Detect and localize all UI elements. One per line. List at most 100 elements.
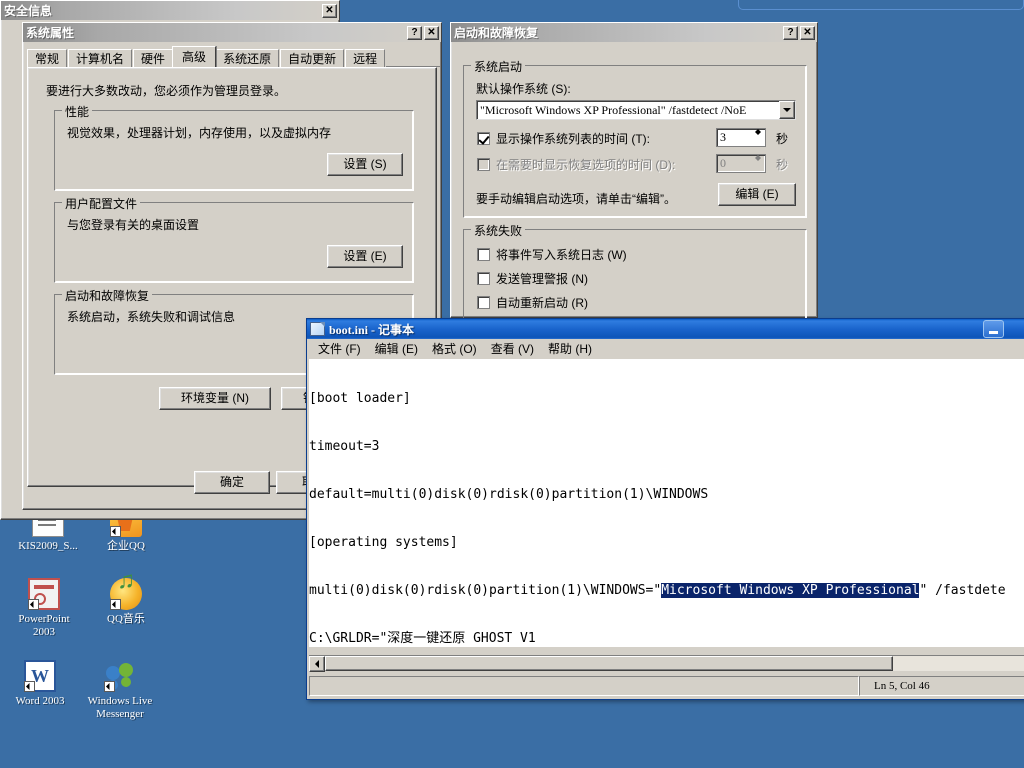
shortcut-arrow-icon <box>28 599 39 610</box>
scrollbar-thumb[interactable] <box>325 656 893 671</box>
user-profiles-group-title: 用户配置文件 <box>62 195 141 212</box>
recovery-timeout-stepper: 0 <box>716 154 766 173</box>
line-text: [boot loader] <box>309 391 411 406</box>
tab-system-restore[interactable]: 系统还原 <box>215 49 280 67</box>
menu-edit[interactable]: 编辑 (E) <box>368 339 425 358</box>
tabstrip-filler <box>386 48 441 67</box>
text-line: timeout=3 <box>309 439 1024 455</box>
notepad-title: boot.ini - 记事本 <box>329 322 415 337</box>
stepper-down-icon <box>750 158 765 161</box>
write-event-log-checkbox[interactable] <box>477 248 490 261</box>
environment-variables-button[interactable]: 环境变量 (N) <box>159 387 271 410</box>
menu-format[interactable]: 格式 (O) <box>425 339 484 358</box>
text-line: [operating systems] <box>309 535 1024 551</box>
horizontal-scrollbar[interactable] <box>309 655 1024 672</box>
recovery-timeout-unit: 秒 <box>776 158 789 172</box>
desktop-icon-label: 企业QQ <box>107 540 145 552</box>
desktop-icon-label: PowerPoint 2003 <box>18 613 70 638</box>
user-profiles-settings-button[interactable]: 设置 (E) <box>327 245 403 268</box>
tab-automatic-updates[interactable]: 自动更新 <box>280 49 345 67</box>
shortcut-arrow-icon <box>110 526 121 537</box>
write-event-log-checkbox-row[interactable]: 将事件写入系统日志 (W) <box>477 246 627 263</box>
auto-restart-checkbox[interactable] <box>477 296 490 309</box>
shortcut-arrow-icon <box>24 681 35 692</box>
system-properties-titlebar[interactable]: 系统属性 ? ✕ <box>23 23 441 42</box>
minimize-button[interactable] <box>983 320 1004 338</box>
auto-restart-label: 自动重新启动 (R) <box>496 296 588 310</box>
help-icon[interactable]: ? <box>407 25 422 40</box>
chevron-down-icon[interactable] <box>779 101 795 119</box>
stepper-buttons <box>750 155 765 172</box>
line-text: [operating systems] <box>309 535 458 550</box>
menu-help[interactable]: 帮助 (H) <box>541 339 599 358</box>
scroll-left-icon[interactable] <box>309 656 325 672</box>
performance-group: 性能 视觉效果，处理器计划，内存使用，以及虚拟内存 设置 (S) <box>54 103 414 191</box>
performance-settings-button[interactable]: 设置 (S) <box>327 153 403 176</box>
edit-boot-ini-button[interactable]: 编辑 (E) <box>718 183 796 206</box>
qq-music-icon <box>110 575 142 610</box>
default-os-label: 默认操作系统 (S): <box>476 82 571 96</box>
notepad-window[interactable]: boot.ini - 记事本 文件 (F) 编辑 (E) 格式 (O) 查看 (… <box>306 318 1024 700</box>
ok-button[interactable]: 确定 <box>194 471 270 494</box>
menu-file[interactable]: 文件 (F) <box>311 339 368 358</box>
show-recovery-options-label: 在需要时显示恢复选项的时间 (D): <box>496 158 676 172</box>
performance-group-title: 性能 <box>62 103 93 120</box>
shortcut-arrow-icon <box>104 681 115 692</box>
show-recovery-options-checkbox-row: 在需要时显示恢复选项的时间 (D): <box>477 156 675 173</box>
tab-advanced[interactable]: 高级 <box>172 46 217 67</box>
notepad-status-bar: Ln 5, Col 46 <box>309 676 1024 696</box>
write-event-log-label: 将事件写入系统日志 (W) <box>496 248 627 262</box>
text-line-selected: multi(0)disk(0)rdisk(0)partition(1)\WIND… <box>309 583 1024 599</box>
line-text: " /fastdete <box>919 583 1006 598</box>
menu-view[interactable]: 查看 (V) <box>484 339 541 358</box>
desktop-icon-label: KIS2009_S... <box>18 540 78 552</box>
desktop-icon-qq-music[interactable]: QQ音乐 <box>88 575 164 626</box>
shortcut-arrow-icon <box>110 599 121 610</box>
line-text: default=multi(0)disk(0)rdisk(0)partition… <box>309 487 709 502</box>
close-icon[interactable]: ✕ <box>424 25 439 40</box>
security-info-titlebar[interactable]: 安全信息 ✕ <box>1 1 339 20</box>
close-icon[interactable]: ✕ <box>800 25 815 40</box>
text-line: C:\GRLDR="深度一键还原 GHOST V1 <box>309 631 1024 647</box>
os-list-timeout-value: 3 <box>720 130 726 144</box>
messenger-icon <box>104 660 136 692</box>
notepad-text-area[interactable]: [boot loader] timeout=3 default=multi(0)… <box>309 359 1024 647</box>
startup-recovery-titlebar[interactable]: 启动和故障恢复 ? ✕ <box>451 23 817 42</box>
system-failure-group-title: 系统失败 <box>471 222 526 239</box>
show-os-list-checkbox-row[interactable]: 显示操作系统列表的时间 (T): <box>477 130 650 147</box>
tab-computer-name[interactable]: 计算机名 <box>68 49 133 67</box>
notepad-menubar[interactable]: 文件 (F) 编辑 (E) 格式 (O) 查看 (V) 帮助 (H) <box>307 339 1024 358</box>
close-icon[interactable]: ✕ <box>322 3 337 18</box>
tab-general[interactable]: 常规 <box>27 49 68 67</box>
startup-recovery-window[interactable]: 启动和故障恢复 ? ✕ 系统启动 默认操作系统 (S): "Microsoft … <box>450 22 818 333</box>
help-icon[interactable]: ? <box>783 25 798 40</box>
tab-hardware[interactable]: 硬件 <box>133 49 174 67</box>
status-cursor-position: Ln 5, Col 46 <box>859 676 1024 696</box>
line-text: multi(0)disk(0)rdisk(0)partition(1)\WIND… <box>309 583 662 598</box>
line-text: C:\GRLDR="深度一键还原 GHOST V1 <box>309 631 536 646</box>
send-admin-alert-checkbox[interactable] <box>477 272 490 285</box>
show-recovery-options-checkbox <box>477 158 490 171</box>
auto-restart-checkbox-row[interactable]: 自动重新启动 (R) <box>477 294 588 311</box>
text-line: [boot loader] <box>309 391 1024 407</box>
notepad-titlebar[interactable]: boot.ini - 记事本 <box>307 319 1024 339</box>
word-icon <box>24 660 56 692</box>
show-os-list-checkbox[interactable] <box>477 132 490 145</box>
scrollbar-track[interactable] <box>893 656 1024 671</box>
stepper-buttons[interactable] <box>750 129 765 146</box>
os-list-timeout-stepper[interactable]: 3 <box>716 128 766 147</box>
tab-remote[interactable]: 远程 <box>345 49 386 67</box>
status-message <box>309 676 859 696</box>
manual-edit-hint: 要手动编辑启动选项，请单击“编辑”。 <box>476 192 676 206</box>
default-os-combobox[interactable]: "Microsoft Windows XP Professional" /fas… <box>476 100 796 120</box>
os-list-timeout-unit: 秒 <box>776 132 789 146</box>
send-admin-alert-checkbox-row[interactable]: 发送管理警报 (N) <box>477 270 588 287</box>
desktop-icon-windows-live-messenger[interactable]: Windows Live Messenger <box>78 660 162 721</box>
desktop: KIS2009_S... 企业QQ PowerPoint 2003 QQ音乐 <box>0 0 1024 768</box>
security-info-title: 安全信息 <box>4 4 53 18</box>
stepper-down-icon[interactable] <box>750 132 765 135</box>
system-properties-title: 系统属性 <box>26 26 75 40</box>
system-properties-tabstrip[interactable]: 常规 计算机名 硬件 高级 系统还原 自动更新 远程 <box>23 46 441 67</box>
desktop-icon-word-2003[interactable]: Word 2003 <box>2 660 78 708</box>
desktop-icon-powerpoint-2003[interactable]: PowerPoint 2003 <box>6 578 82 639</box>
